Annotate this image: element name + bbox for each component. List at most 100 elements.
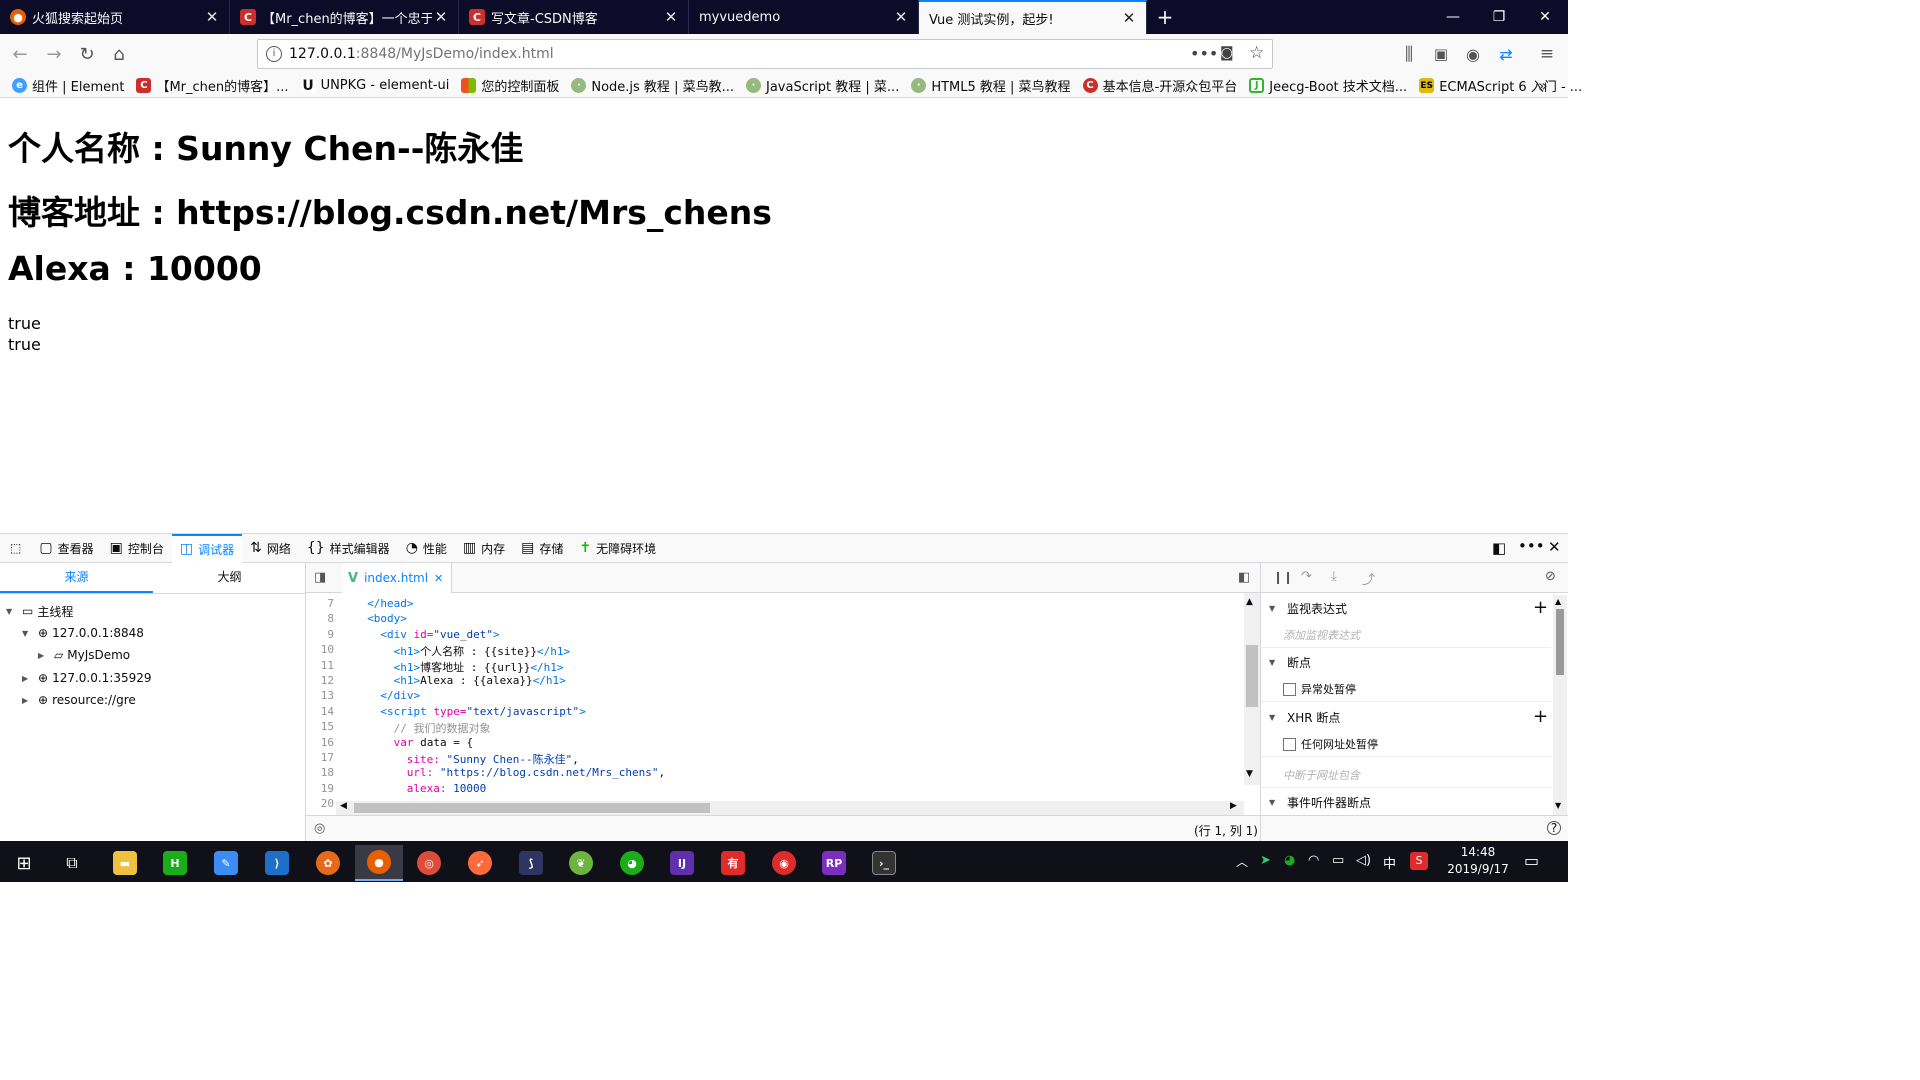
taskbar-app[interactable]: ◎ [405, 845, 453, 881]
tree-resource[interactable]: ▶ ⊕ resource://gre [22, 689, 136, 711]
code-area[interactable]: 7 </head> 8 <body> 9 <div id="vue_det"> 10 <h1>… [306, 593, 1260, 815]
line-number[interactable]: 7 [306, 597, 334, 612]
close-icon[interactable]: ✕ [203, 8, 221, 26]
bookmark-item[interactable]: U UNPKG - element-ui [300, 78, 449, 94]
devtools-menu-icon[interactable]: ••• [1518, 537, 1545, 555]
notifications-icon[interactable]: ▭ [1524, 851, 1539, 870]
sidebar-icon[interactable]: ▣ [1427, 40, 1455, 68]
line-number[interactable]: 15 [306, 720, 334, 735]
tab-mr-chen-blog[interactable]: C 【Mr_chen的博客】一个忠于 ✕ [230, 0, 459, 34]
restore-icon[interactable]: ❐ [1476, 0, 1522, 34]
devtools-tab-console[interactable]: ▣ 控制台 [102, 534, 172, 563]
close-icon[interactable]: ✕ [662, 8, 680, 26]
tab-myvuedemo[interactable]: myvuedemo ✕ [689, 0, 919, 34]
line-number[interactable]: 20 [306, 797, 334, 812]
pause-on-exceptions-checkbox[interactable]: 异常处暂停 [1283, 681, 1356, 697]
tray-overflow-icon[interactable]: ︿ [1236, 853, 1248, 870]
close-icon[interactable]: ✕ [892, 8, 910, 26]
devtools-tab-performance[interactable]: ◔ 性能 [398, 534, 455, 563]
devtools-close-icon[interactable]: ✕ [1548, 538, 1561, 556]
bookmark-item[interactable]: C 基本信息-开源众包平台 [1082, 76, 1237, 95]
pause-icon[interactable]: ❙❙ [1273, 570, 1293, 584]
line-number[interactable]: 17 [306, 751, 334, 766]
step-over-icon[interactable]: ↷ [1301, 569, 1312, 584]
section-breakpoints[interactable]: ▼ 断点 [1269, 649, 1559, 675]
step-out-icon[interactable]: ⤴ [1362, 569, 1375, 588]
vertical-scrollbar[interactable]: ▲ ▼ [1244, 593, 1260, 785]
tree-host-8848[interactable]: ▼ ⊕ 127.0.0.1:8848 [22, 622, 144, 644]
scrollbar-thumb[interactable] [1556, 609, 1564, 675]
toggle-sources-icon[interactable]: ◨ [314, 570, 326, 585]
horizontal-scrollbar[interactable]: ◀ ▶ [336, 801, 1244, 815]
pocket-icon[interactable]: ◙ [1220, 45, 1234, 61]
ime-indicator[interactable]: 中 [1383, 853, 1396, 872]
tab-vue-test[interactable]: Vue 测试实例，起步! ✕ [919, 0, 1147, 34]
line-number[interactable]: 19 [306, 782, 334, 797]
scroll-left-icon[interactable]: ◀ [340, 801, 347, 811]
bookmark-item[interactable]: C 【Mr_chen的博客】... [136, 76, 289, 95]
new-tab-button[interactable]: + [1147, 0, 1183, 34]
tray-app-icon[interactable]: ➤ [1260, 853, 1271, 868]
taskbar-app[interactable]: ▬ [101, 845, 149, 881]
section-xhr-breakpoints[interactable]: ▼ XHR 断点 + [1269, 704, 1559, 730]
line-number[interactable]: 9 [306, 628, 334, 643]
task-view-button[interactable]: ⧉ [48, 845, 96, 881]
tree-main-thread[interactable]: ▼ ▭ 主线程 [6, 600, 73, 622]
xhr-url-input[interactable]: 中断于网址包含 [1283, 767, 1360, 783]
tree-folder-myjsdemo[interactable]: ▶ ▱ MyJsDemo [38, 644, 130, 666]
forward-icon[interactable]: → [40, 40, 68, 68]
taskbar-app[interactable]: IJ [658, 845, 706, 881]
devtools-tab-style-editor[interactable]: {} 样式编辑器 [299, 534, 398, 563]
devtools-tab-storage[interactable]: ▤ 存储 [513, 534, 571, 563]
line-number[interactable]: 10 [306, 643, 334, 658]
scroll-down-icon[interactable]: ▼ [1555, 801, 1561, 810]
back-icon[interactable]: ← [6, 40, 34, 68]
close-icon[interactable]: ✕ [434, 572, 443, 585]
volume-icon[interactable]: ◁) [1356, 853, 1371, 868]
sync-icon[interactable]: ⇄ [1492, 40, 1520, 68]
editor-file-tab[interactable]: V index.html ✕ [342, 563, 452, 593]
menu-icon[interactable]: ≡ [1533, 40, 1561, 68]
line-number[interactable]: 12 [306, 674, 334, 689]
start-button[interactable]: ⊞ [0, 845, 48, 881]
line-number[interactable]: 14 [306, 705, 334, 720]
devtools-tab-memory[interactable]: ▥ 内存 [455, 534, 513, 563]
battery-icon[interactable]: ▭ [1332, 853, 1344, 868]
scrollbar-thumb[interactable] [354, 803, 710, 813]
element-picker-icon[interactable]: ⬚ [0, 534, 31, 563]
add-watch-icon[interactable]: + [1533, 597, 1548, 618]
line-number[interactable]: 13 [306, 689, 334, 704]
scroll-up-icon[interactable]: ▲ [1555, 597, 1561, 606]
bookmark-item[interactable]: ES ECMAScript 6 入门 - ... [1419, 76, 1582, 95]
bookmark-item[interactable]: J Jeecg-Boot 技术文档... [1249, 76, 1407, 95]
sidebar-scrollbar[interactable]: ▲ ▼ [1553, 595, 1567, 815]
taskbar-app[interactable]: RP [810, 845, 858, 881]
watch-input[interactable]: 添加监视表达式 [1283, 627, 1360, 643]
toggle-debugger-panel-icon[interactable]: ◧ [1238, 570, 1250, 585]
library-icon[interactable]: ⫼ [1395, 40, 1423, 68]
tab-outline[interactable]: 大纲 [153, 563, 306, 593]
tab-sources[interactable]: 来源 [0, 563, 153, 593]
info-icon[interactable]: i [266, 46, 282, 62]
add-xhr-breakpoint-icon[interactable]: + [1533, 706, 1548, 727]
window-close-icon[interactable]: ✕ [1522, 0, 1568, 34]
tab-firefox-home[interactable]: ● 火狐搜索起始页 ✕ [0, 0, 230, 34]
tab-csdn-write[interactable]: C 写文章-CSDN博客 ✕ [459, 0, 689, 34]
wechat-tray-icon[interactable]: ◕ [1284, 853, 1295, 868]
section-event-listener-breakpoints[interactable]: ▼ 事件听件器断点 [1269, 789, 1559, 815]
pretty-print-icon[interactable]: ◎ [314, 821, 325, 836]
line-number[interactable]: 18 [306, 766, 334, 781]
taskbar-app[interactable]: ❦ [557, 845, 605, 881]
devtools-tab-accessibility[interactable]: ✝ 无障碍环境 [571, 534, 664, 563]
tree-host-35929[interactable]: ▶ ⊕ 127.0.0.1:35929 [22, 667, 152, 689]
bookmark-item[interactable]: 您的控制面板 [461, 76, 559, 95]
scroll-right-icon[interactable]: ▶ [1230, 801, 1237, 811]
devtools-tab-inspector[interactable]: ▢ 查看器 [31, 534, 101, 563]
bookmarks-overflow-icon[interactable]: » [1538, 76, 1548, 95]
scroll-up-icon[interactable]: ▲ [1246, 597, 1253, 607]
taskbar-app[interactable]: ›_ [860, 845, 908, 881]
checkbox[interactable] [1283, 737, 1296, 751]
devtools-tab-debugger[interactable]: ◫ 调试器 [171, 533, 243, 563]
section-watch[interactable]: ▼ 监视表达式 + [1269, 595, 1559, 621]
taskbar-app[interactable]: H [151, 845, 199, 881]
